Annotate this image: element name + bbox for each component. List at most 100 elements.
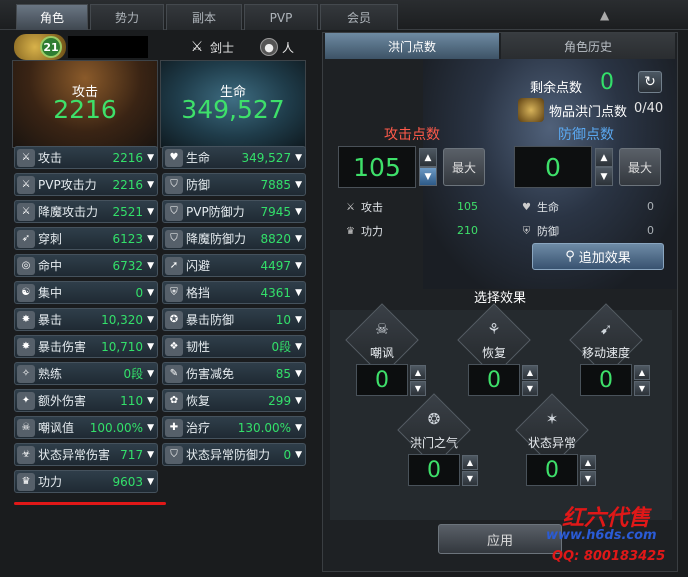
stat-row[interactable]: ✎ 伤害减免 85 ▼ [162,362,306,385]
effect-decrease[interactable]: ▼ [580,471,596,486]
stat-value: 299 [268,393,292,408]
attack-summary-value: 2216 [53,95,117,124]
toughness-icon: ❖ [165,337,183,356]
tab-pvp[interactable]: PVP [244,4,318,30]
stat-row[interactable]: ☯ 集中 0 ▼ [14,281,158,304]
effect-value[interactable]: 0 [580,364,632,396]
stat-row[interactable]: ⛨ 格挡 4361 ▼ [162,281,306,304]
stat-row[interactable]: ⛉ PVP防御力 7945 ▼ [162,200,306,223]
stat-row[interactable]: ⚔ PVP攻击力 2216 ▼ [14,173,158,196]
chevron-down-icon[interactable]: ▼ [295,423,302,433]
tab-faction[interactable]: 势力 [90,4,164,30]
effect-increase[interactable]: ▲ [634,365,650,380]
effect-value[interactable]: 0 [468,364,520,396]
stat-row[interactable]: ❖ 韧性 0段 ▼ [162,335,306,358]
stat-name: 状态异常防御力 [186,448,271,462]
chevron-down-icon[interactable]: ▼ [295,180,302,190]
defense-points-input[interactable]: 0 [514,146,592,188]
stat-row[interactable]: ⛉ 状态异常防御力 0 ▼ [162,443,306,466]
stat-row[interactable]: ⛉ 防御 7885 ▼ [162,173,306,196]
effect-increase[interactable]: ▲ [522,365,538,380]
chevron-down-icon[interactable]: ▼ [147,234,154,244]
chevron-down-icon[interactable]: ▼ [147,396,154,406]
chevron-down-icon[interactable]: ▼ [147,423,154,433]
aura-icon: ❂ [427,410,441,428]
stat-name: 状态异常伤害 [38,448,111,462]
tools-icon[interactable]: ▲ [600,8,614,22]
stat-value: 85 [275,366,292,381]
stat-row[interactable]: ☣ 状态异常伤害 717 ▼ [14,443,158,466]
apply-button[interactable]: 应用 [438,524,562,554]
stat-row[interactable]: ✸ 暴击 10,320 ▼ [14,308,158,331]
effect-value[interactable]: 0 [408,454,460,486]
stat-row[interactable]: ☠ 嘲讽值 100.00% ▼ [14,416,158,439]
tab-character[interactable]: 角色 [16,4,88,30]
chevron-down-icon[interactable]: ▼ [295,396,302,406]
stat-row[interactable]: ⚔ 降魔攻击力 2521 ▼ [14,200,158,223]
effect-decrease[interactable]: ▼ [634,381,650,396]
stat-row[interactable]: ✸ 暴击伤害 10,710 ▼ [14,335,158,358]
stat-row[interactable]: ✧ 熟练 0段 ▼ [14,362,158,385]
attack-max-button[interactable]: 最大 [443,148,485,186]
effect-decrease[interactable]: ▼ [462,471,478,486]
add-effect-button[interactable]: ⚲ 追加效果 [532,243,664,270]
stat-row[interactable]: ⚔ 攻击 2216 ▼ [14,146,158,169]
effect-increase[interactable]: ▲ [462,455,478,470]
chevron-down-icon[interactable]: ▼ [295,315,302,325]
tab-membership[interactable]: 会员 [320,4,398,30]
chevron-down-icon[interactable]: ▼ [147,315,154,325]
defense-points-decrease[interactable]: ▼ [595,167,613,186]
stat-name: 生命 [186,151,211,165]
stat-row[interactable]: ➶ 穿刺 6123 ▼ [14,227,158,250]
effect-decrease[interactable]: ▼ [410,381,426,396]
chevron-down-icon[interactable]: ▼ [147,450,154,460]
stat-row[interactable]: ◎ 命中 6732 ▼ [14,254,158,277]
stat-name: 命中 [38,259,63,273]
stat-row[interactable]: ✿ 恢复 299 ▼ [162,389,306,412]
chevron-down-icon[interactable]: ▼ [147,180,154,190]
effect-decrease[interactable]: ▼ [522,381,538,396]
focus-icon: ☯ [17,283,35,302]
up-arrow-icon: ▲ [600,152,608,163]
chevron-down-icon[interactable]: ▼ [295,450,302,460]
attack-points-increase[interactable]: ▲ [419,148,437,167]
effect-value[interactable]: 0 [526,454,578,486]
stat-row[interactable]: ♥ 生命 349,527 ▼ [162,146,306,169]
attack-points-title: 攻击点数 [384,127,440,143]
crit-defense-icon: ✪ [165,310,183,329]
stat-row[interactable]: ✪ 暴击防御 10 ▼ [162,308,306,331]
tab-hongmen-points[interactable]: 洪门点数 [325,33,499,59]
stat-row[interactable]: ♛ 功力 9603 ▼ [14,470,158,493]
stat-row[interactable]: ✦ 额外伤害 110 ▼ [14,389,158,412]
tab-character-history[interactable]: 角色历史 [501,33,675,59]
sword-icon: ⚔ [346,201,355,213]
attack-points-input[interactable]: 105 [338,146,416,188]
stat-row[interactable]: ✚ 治疗 130.00% ▼ [162,416,306,439]
stat-row[interactable]: ⛉ 降魔防御力 8820 ▼ [162,227,306,250]
effect-value[interactable]: 0 [356,364,408,396]
chevron-down-icon[interactable]: ▼ [295,342,302,352]
reset-button[interactable]: ↻ [638,71,662,93]
tab-dungeon[interactable]: 副本 [166,4,242,30]
effect-increase[interactable]: ▲ [410,365,426,380]
chevron-down-icon[interactable]: ▼ [295,369,302,379]
chevron-down-icon[interactable]: ▼ [295,153,302,163]
chevron-down-icon[interactable]: ▼ [147,153,154,163]
effect-increase[interactable]: ▲ [580,455,596,470]
chevron-down-icon[interactable]: ▼ [295,288,302,298]
chevron-down-icon[interactable]: ▼ [147,369,154,379]
remaining-points-value: 0 [600,70,614,95]
chevron-down-icon[interactable]: ▼ [147,261,154,271]
chevron-down-icon[interactable]: ▼ [147,342,154,352]
chevron-down-icon[interactable]: ▼ [147,477,154,487]
chevron-down-icon[interactable]: ▼ [295,261,302,271]
stats-panel: 21 ⚔ 剑士 ● 人 攻击 2216 生命 349,527 ⚔ 攻击 2216 ▼ ⚔… [10,32,316,572]
defense-max-button[interactable]: 最大 [619,148,661,186]
stat-row[interactable]: ➚ 闪避 4497 ▼ [162,254,306,277]
chevron-down-icon[interactable]: ▼ [295,234,302,244]
attack-points-decrease[interactable]: ▼ [419,167,437,186]
chevron-down-icon[interactable]: ▼ [147,288,154,298]
defense-points-increase[interactable]: ▲ [595,148,613,167]
chevron-down-icon[interactable]: ▼ [295,207,302,217]
chevron-down-icon[interactable]: ▼ [147,207,154,217]
